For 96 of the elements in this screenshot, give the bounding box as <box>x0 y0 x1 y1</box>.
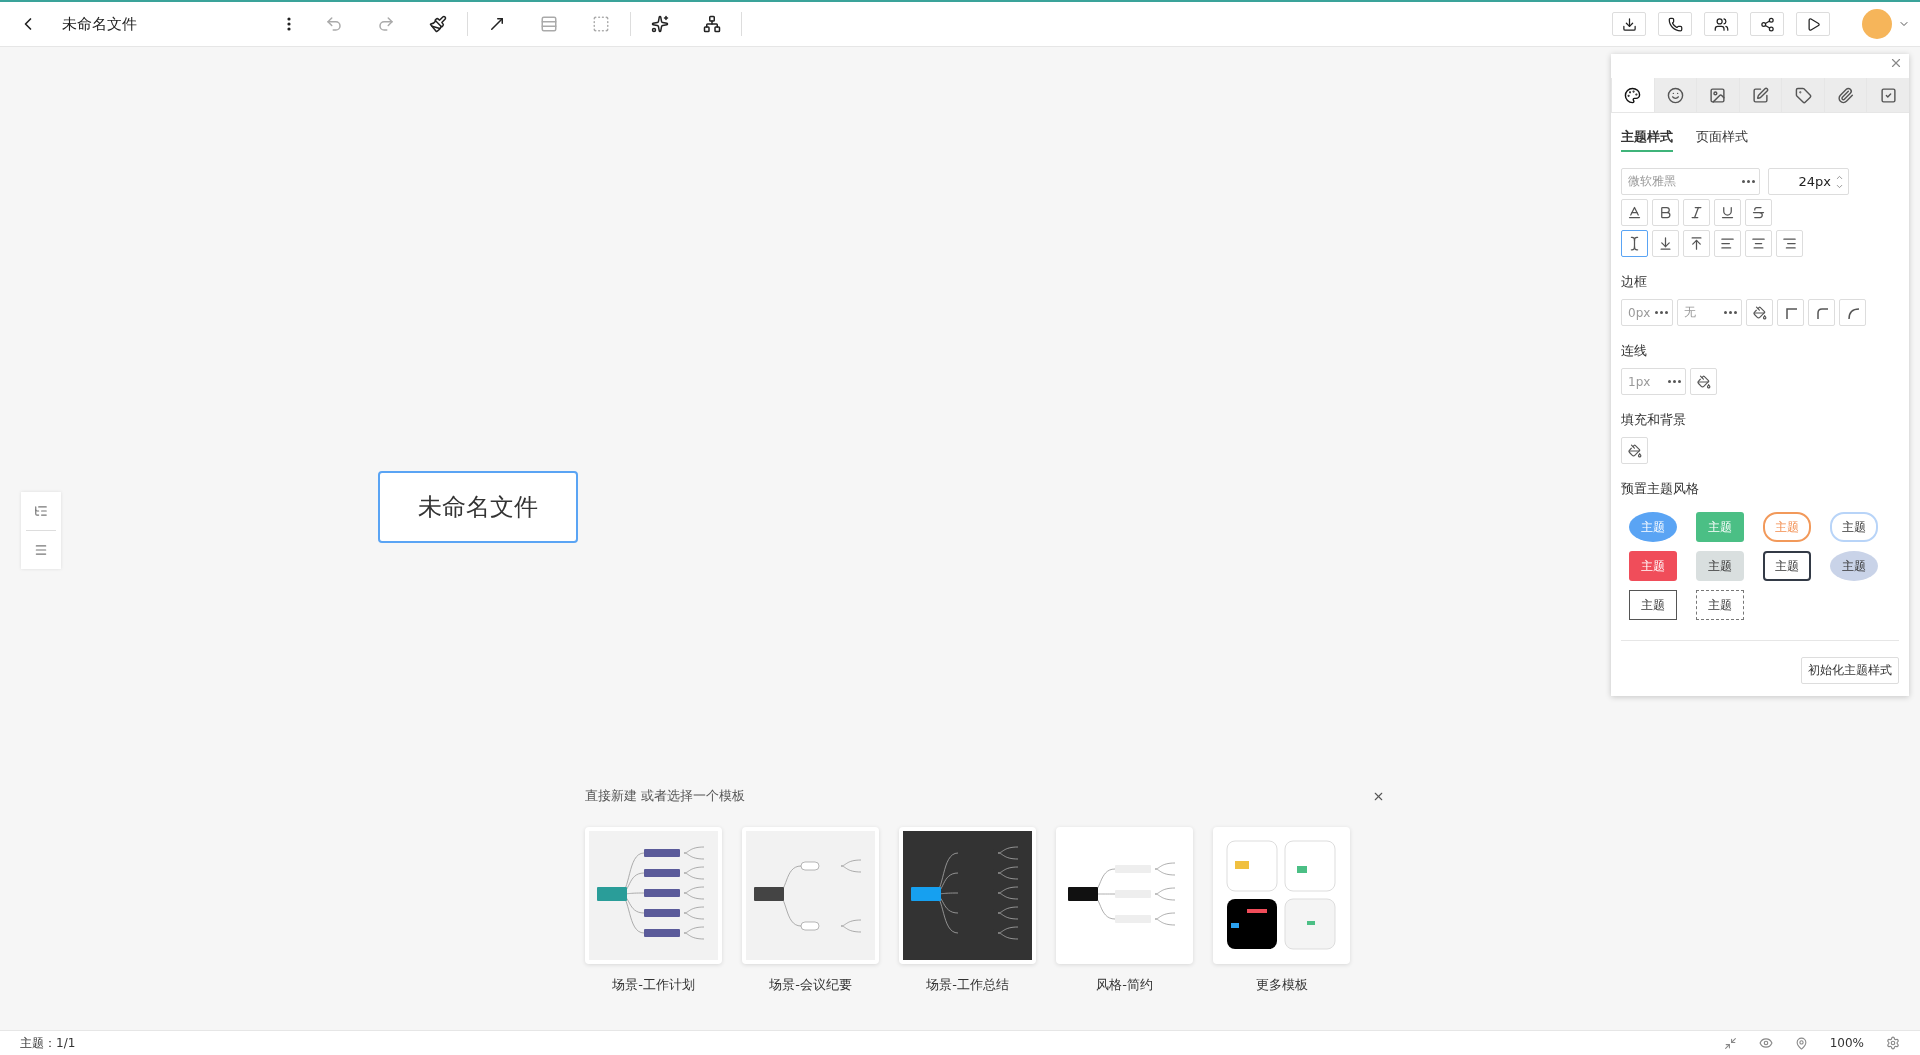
rounded-corner-icon <box>1814 305 1829 320</box>
rows-icon <box>540 15 558 33</box>
fit-button[interactable] <box>1723 1036 1737 1050</box>
arrow-icon <box>488 15 506 33</box>
more-icon <box>1655 311 1668 314</box>
align-left-icon <box>1720 236 1735 251</box>
menu-icon <box>34 543 48 557</box>
location-button[interactable] <box>1794 1036 1808 1050</box>
smiley-icon <box>1666 86 1684 104</box>
section-label: 填充和背景 <box>1621 411 1687 429</box>
theme-preset[interactable]: 主题 <box>1629 551 1677 581</box>
shrink-icon <box>1723 1036 1737 1050</box>
note-icon <box>1752 86 1769 104</box>
italic-icon <box>1689 205 1704 220</box>
palette-icon <box>1624 86 1642 104</box>
paint-bucket-icon <box>1696 374 1711 389</box>
settings-button[interactable] <box>1886 1036 1900 1050</box>
close-icon <box>1889 56 1903 70</box>
underline-icon <box>1720 205 1735 220</box>
strikethrough-icon <box>1751 205 1766 220</box>
outline-icon <box>34 504 48 518</box>
style-tab[interactable]: 主题样式 <box>1621 128 1673 152</box>
section-label: 连线 <box>1621 342 1648 360</box>
structure-icon <box>703 15 721 33</box>
line-color-button[interactable] <box>1690 368 1717 395</box>
theme-preset[interactable]: 主题 <box>1629 590 1677 620</box>
settings-icon <box>1886 1036 1900 1050</box>
field-value: 0px <box>1628 305 1651 320</box>
font-size-field[interactable]: 24px <box>1768 168 1849 195</box>
play-icon <box>1805 16 1821 32</box>
style-tab[interactable]: 页面样式 <box>1696 128 1748 152</box>
phone-button[interactable] <box>1658 12 1692 36</box>
arrow-up-icon <box>1689 236 1704 251</box>
download-button[interactable] <box>1612 12 1646 36</box>
eye-icon <box>1758 1036 1773 1050</box>
round-corner-button[interactable] <box>1839 299 1866 326</box>
theme-preset[interactable]: 主题 <box>1763 551 1811 581</box>
document-title: 未命名文件 <box>62 14 137 34</box>
bold-icon <box>1658 205 1673 220</box>
border-color-button[interactable] <box>1746 299 1773 326</box>
more-icon <box>287 17 291 31</box>
brush-icon <box>429 15 447 33</box>
tag-icon <box>1794 86 1812 104</box>
theme-preset[interactable]: 主题 <box>1830 512 1878 542</box>
template-label: 风格-简约 <box>1096 976 1153 994</box>
paint-bucket-icon <box>1627 443 1642 458</box>
people-icon <box>1713 16 1729 32</box>
fill-color-button[interactable] <box>1621 437 1648 464</box>
arrow-down-icon <box>1658 236 1673 251</box>
field-value: 1px <box>1628 374 1651 389</box>
panel-tab[interactable] <box>1781 78 1824 112</box>
redo-icon <box>377 15 395 33</box>
align-center-icon <box>1751 236 1766 251</box>
people-button[interactable] <box>1704 12 1738 36</box>
share-button[interactable] <box>1750 12 1784 36</box>
undo-icon <box>325 15 343 33</box>
paperclip-icon <box>1837 86 1855 104</box>
rounded-corner-button[interactable] <box>1808 299 1835 326</box>
theme-preset[interactable]: 主题 <box>1830 551 1878 581</box>
image-icon <box>1709 86 1727 104</box>
template-label: 场景-会议纪要 <box>769 976 852 994</box>
square-corner-button[interactable] <box>1777 299 1804 326</box>
more-icon <box>1724 311 1737 314</box>
phone-icon <box>1667 16 1683 32</box>
dashed-square-icon <box>592 15 610 33</box>
panel-tab[interactable] <box>1653 78 1697 112</box>
zoom-level: 100% <box>1829 1036 1864 1050</box>
more-icon <box>1668 380 1681 383</box>
central-topic[interactable]: 未命名文件 <box>378 471 578 543</box>
pin-icon <box>1794 1036 1808 1050</box>
square-corner-icon <box>1783 305 1798 320</box>
text-color-icon <box>1627 205 1642 220</box>
more-icon <box>1742 180 1755 183</box>
theme-preset[interactable]: 主题 <box>1696 551 1744 581</box>
template-label: 更多模板 <box>1255 976 1308 994</box>
template-heading: 直接新建 或者选择一个模板 <box>585 787 746 805</box>
play-button[interactable] <box>1796 12 1830 36</box>
section-label: 边框 <box>1621 273 1648 291</box>
section-label: 预置主题风格 <box>1621 480 1700 498</box>
field-value: 微软雅黑 <box>1628 173 1676 190</box>
eye-button[interactable] <box>1758 1036 1773 1050</box>
theme-preset[interactable]: 主题 <box>1696 590 1744 620</box>
topic-count: 主题：1/1 <box>20 1034 76 1052</box>
template-label: 场景-工作总结 <box>926 976 1009 994</box>
field-value: 24px <box>1798 174 1831 189</box>
checkbox-icon <box>1879 86 1897 104</box>
sparkles-icon <box>651 15 669 33</box>
paint-bucket-icon <box>1752 305 1767 320</box>
round-corner-icon <box>1845 305 1860 320</box>
align-right-icon <box>1782 236 1797 251</box>
template-label: 场景-工作计划 <box>612 976 695 994</box>
download-icon <box>1621 16 1637 32</box>
share-icon <box>1759 16 1775 32</box>
reset-style-button[interactable]: 初始化主题样式 <box>1801 657 1899 684</box>
field-value: 无 <box>1684 304 1696 321</box>
format-button[interactable] <box>1621 230 1648 257</box>
